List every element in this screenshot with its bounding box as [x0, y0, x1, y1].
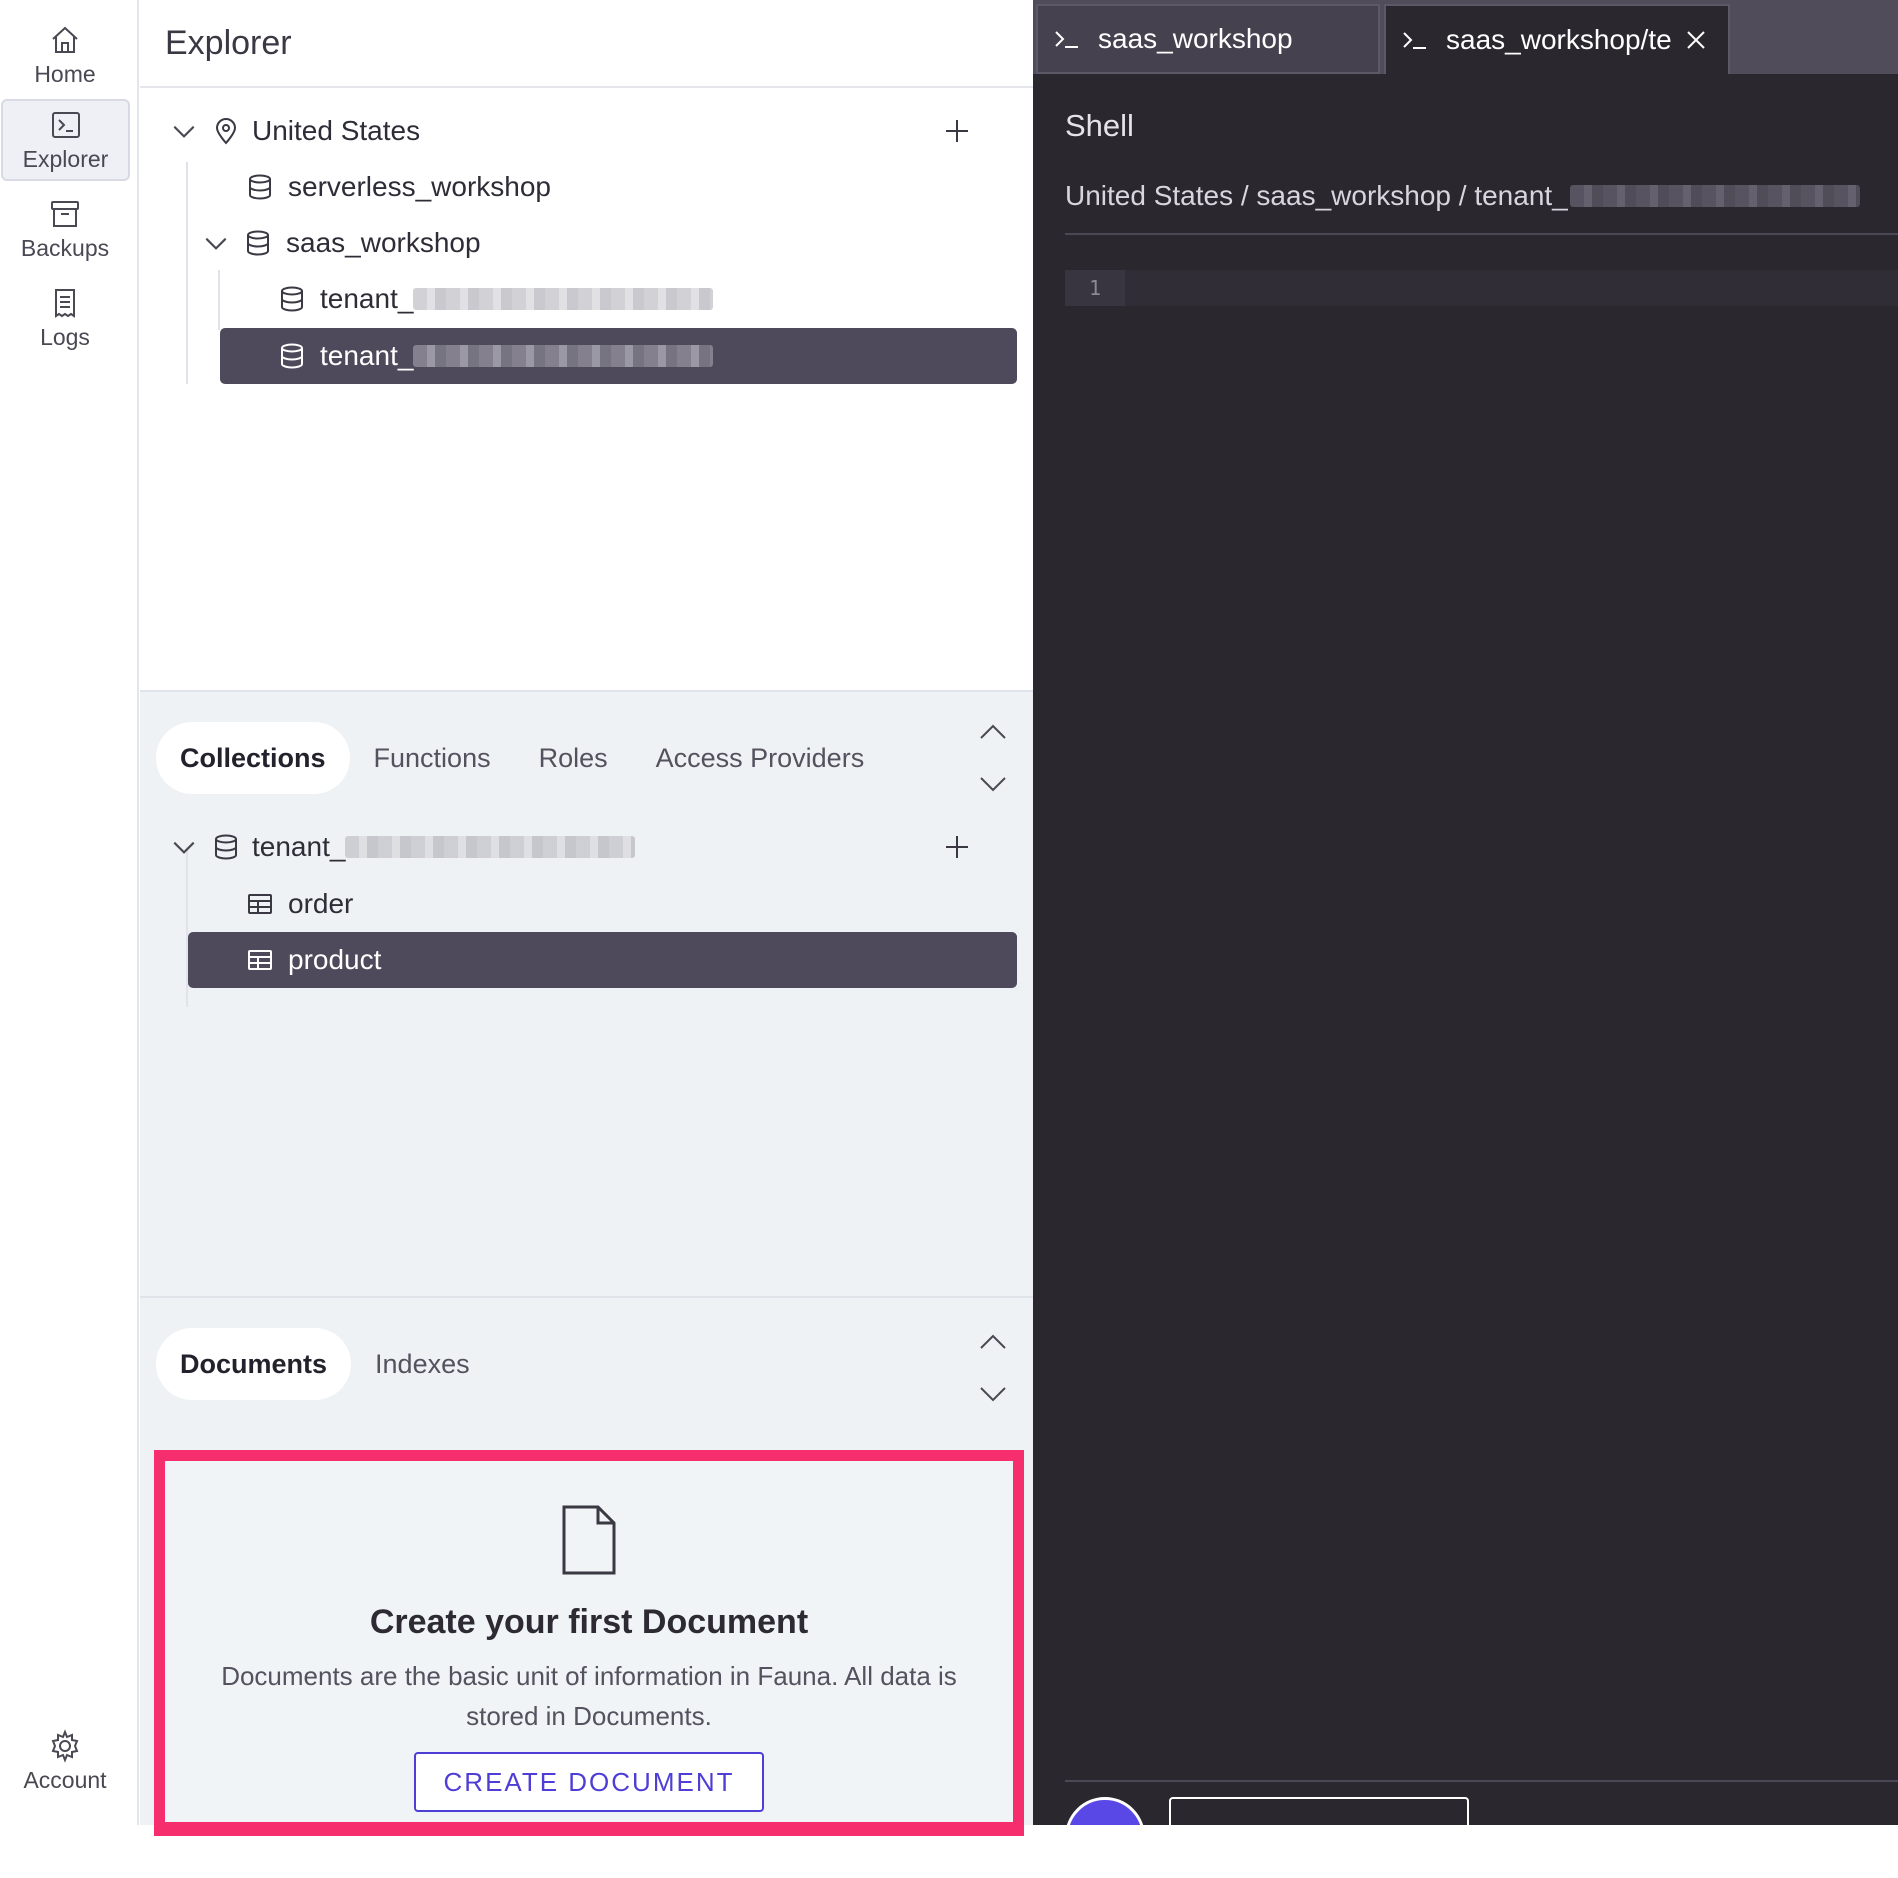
nav-backups-label: Backups — [20, 234, 110, 261]
nav-explorer-label: Explorer — [22, 145, 109, 172]
tree-guide-line — [218, 270, 220, 330]
tab-access-providers[interactable]: Access Providers — [632, 722, 889, 794]
explorer-title: Explorer — [165, 24, 292, 62]
line-number: 1 — [1065, 270, 1125, 306]
empty-state-highlight: Create your first Document Documents are… — [154, 1450, 1024, 1833]
nav-backups[interactable]: Backups — [0, 188, 130, 270]
redacted-text — [1569, 185, 1860, 207]
create-document-button[interactable]: CREATE DOCUMENT — [414, 1752, 764, 1812]
breadcrumb-text: United States / saas_workshop / tenant_ — [1065, 180, 1568, 211]
tenant-label: tenant_ — [320, 340, 414, 371]
documents-tabs: Documents Indexes — [156, 1328, 494, 1400]
code-editor[interactable]: 1 — [1065, 270, 1898, 306]
nav-rail: Home Explorer Backups Logs Account — [0, 0, 139, 1825]
nav-explorer[interactable]: Explorer — [1, 99, 130, 181]
redacted-text — [345, 836, 636, 858]
collections-tabs: Collections Functions Roles Access Provi… — [156, 722, 888, 794]
tab-documents[interactable]: Documents — [156, 1328, 352, 1400]
chevron-down-icon[interactable] — [170, 117, 198, 145]
tree-row-region[interactable]: United States — [170, 103, 1010, 159]
database-icon — [247, 230, 269, 256]
shell-tab-active[interactable]: saas_workshop/te — [1384, 4, 1730, 74]
region-label: United States — [252, 115, 421, 146]
divider — [1065, 1780, 1898, 1782]
terminal-prompt-icon — [1403, 32, 1426, 49]
tab-indexes[interactable]: Indexes — [351, 1328, 494, 1400]
receipt-icon — [55, 288, 75, 318]
gear-icon — [51, 1728, 79, 1763]
shell-tab-bar: saas_workshop saas_workshop/te — [1033, 0, 1898, 74]
archive-icon — [51, 200, 79, 227]
home-icon — [52, 26, 78, 53]
shell-title: Shell — [1065, 108, 1134, 143]
database-icon — [249, 174, 271, 200]
chevron-down-icon[interactable] — [202, 229, 230, 257]
database-label: serverless_workshop — [288, 171, 551, 202]
tab-collections[interactable]: Collections — [156, 722, 350, 794]
tree-row-tenant-selected[interactable]: tenant_ — [220, 328, 1017, 384]
tab-functions[interactable]: Functions — [350, 722, 515, 794]
nav-logs[interactable]: Logs — [0, 277, 130, 359]
explorer-header: Explorer — [140, 0, 1033, 88]
collection-item[interactable]: order — [246, 876, 746, 932]
chevron-down-icon[interactable] — [976, 768, 1010, 798]
collections-panel: Collections Functions Roles Access Provi… — [140, 690, 1033, 1298]
tree-row-database[interactable]: saas_workshop — [202, 215, 842, 271]
chevron-up-icon[interactable] — [976, 718, 1010, 748]
shell-tab[interactable]: saas_workshop — [1036, 4, 1380, 74]
empty-state: Create your first Document Documents are… — [165, 1461, 1013, 1822]
shell-breadcrumb: United States / saas_workshop / tenant_ — [1065, 180, 1860, 212]
tree-guide-line — [186, 162, 188, 384]
redacted-text — [413, 345, 714, 367]
close-icon[interactable] — [1684, 28, 1708, 52]
chevron-down-icon[interactable] — [976, 1378, 1010, 1408]
nav-home-label: Home — [34, 60, 96, 87]
nav-account-label: Account — [23, 1766, 107, 1793]
tenant-label: tenant_ — [320, 283, 414, 314]
shell-tab-label: saas_workshop — [1098, 23, 1293, 54]
empty-state-highlight-edge — [154, 1825, 1024, 1836]
shell-panel: saas_workshop saas_workshop/te Shell Uni… — [1033, 0, 1898, 1877]
divider — [1065, 233, 1898, 235]
tree-row-tenant[interactable]: tenant_ — [278, 271, 878, 327]
document-icon — [562, 1505, 616, 1575]
chevron-down-icon[interactable] — [170, 833, 198, 861]
explorer-panel: Explorer United States serverless_worksh… — [140, 0, 1033, 1833]
nav-account[interactable]: Account — [0, 1720, 130, 1802]
nav-home[interactable]: Home — [0, 14, 130, 96]
add-collection-icon[interactable] — [942, 832, 972, 862]
table-icon — [248, 950, 272, 970]
add-database-icon[interactable] — [942, 116, 972, 146]
tenant-label: tenant_ — [252, 831, 346, 862]
empty-state-description: Documents are the basic unit of informat… — [221, 1661, 957, 1731]
database-label: saas_workshop — [286, 227, 481, 258]
database-icon — [281, 343, 303, 369]
collection-label: order — [288, 888, 354, 919]
collections-tenant-row[interactable]: tenant_ — [170, 819, 1010, 875]
database-icon — [215, 834, 237, 860]
table-icon — [248, 894, 272, 914]
tree-row-database[interactable]: serverless_workshop — [246, 159, 846, 215]
redacted-text — [413, 288, 714, 310]
chevron-up-icon[interactable] — [976, 1328, 1010, 1358]
shell-tab-label: saas_workshop/te — [1446, 24, 1672, 55]
terminal-prompt-icon — [1055, 31, 1078, 48]
location-pin-icon — [215, 118, 237, 145]
collection-item-selected[interactable]: product — [188, 932, 1017, 988]
tab-roles[interactable]: Roles — [515, 722, 632, 794]
terminal-icon — [51, 111, 80, 138]
empty-state-title: Create your first Document — [369, 1603, 809, 1641]
database-icon — [281, 286, 303, 312]
nav-logs-label: Logs — [40, 323, 90, 350]
collection-label: product — [288, 944, 382, 975]
